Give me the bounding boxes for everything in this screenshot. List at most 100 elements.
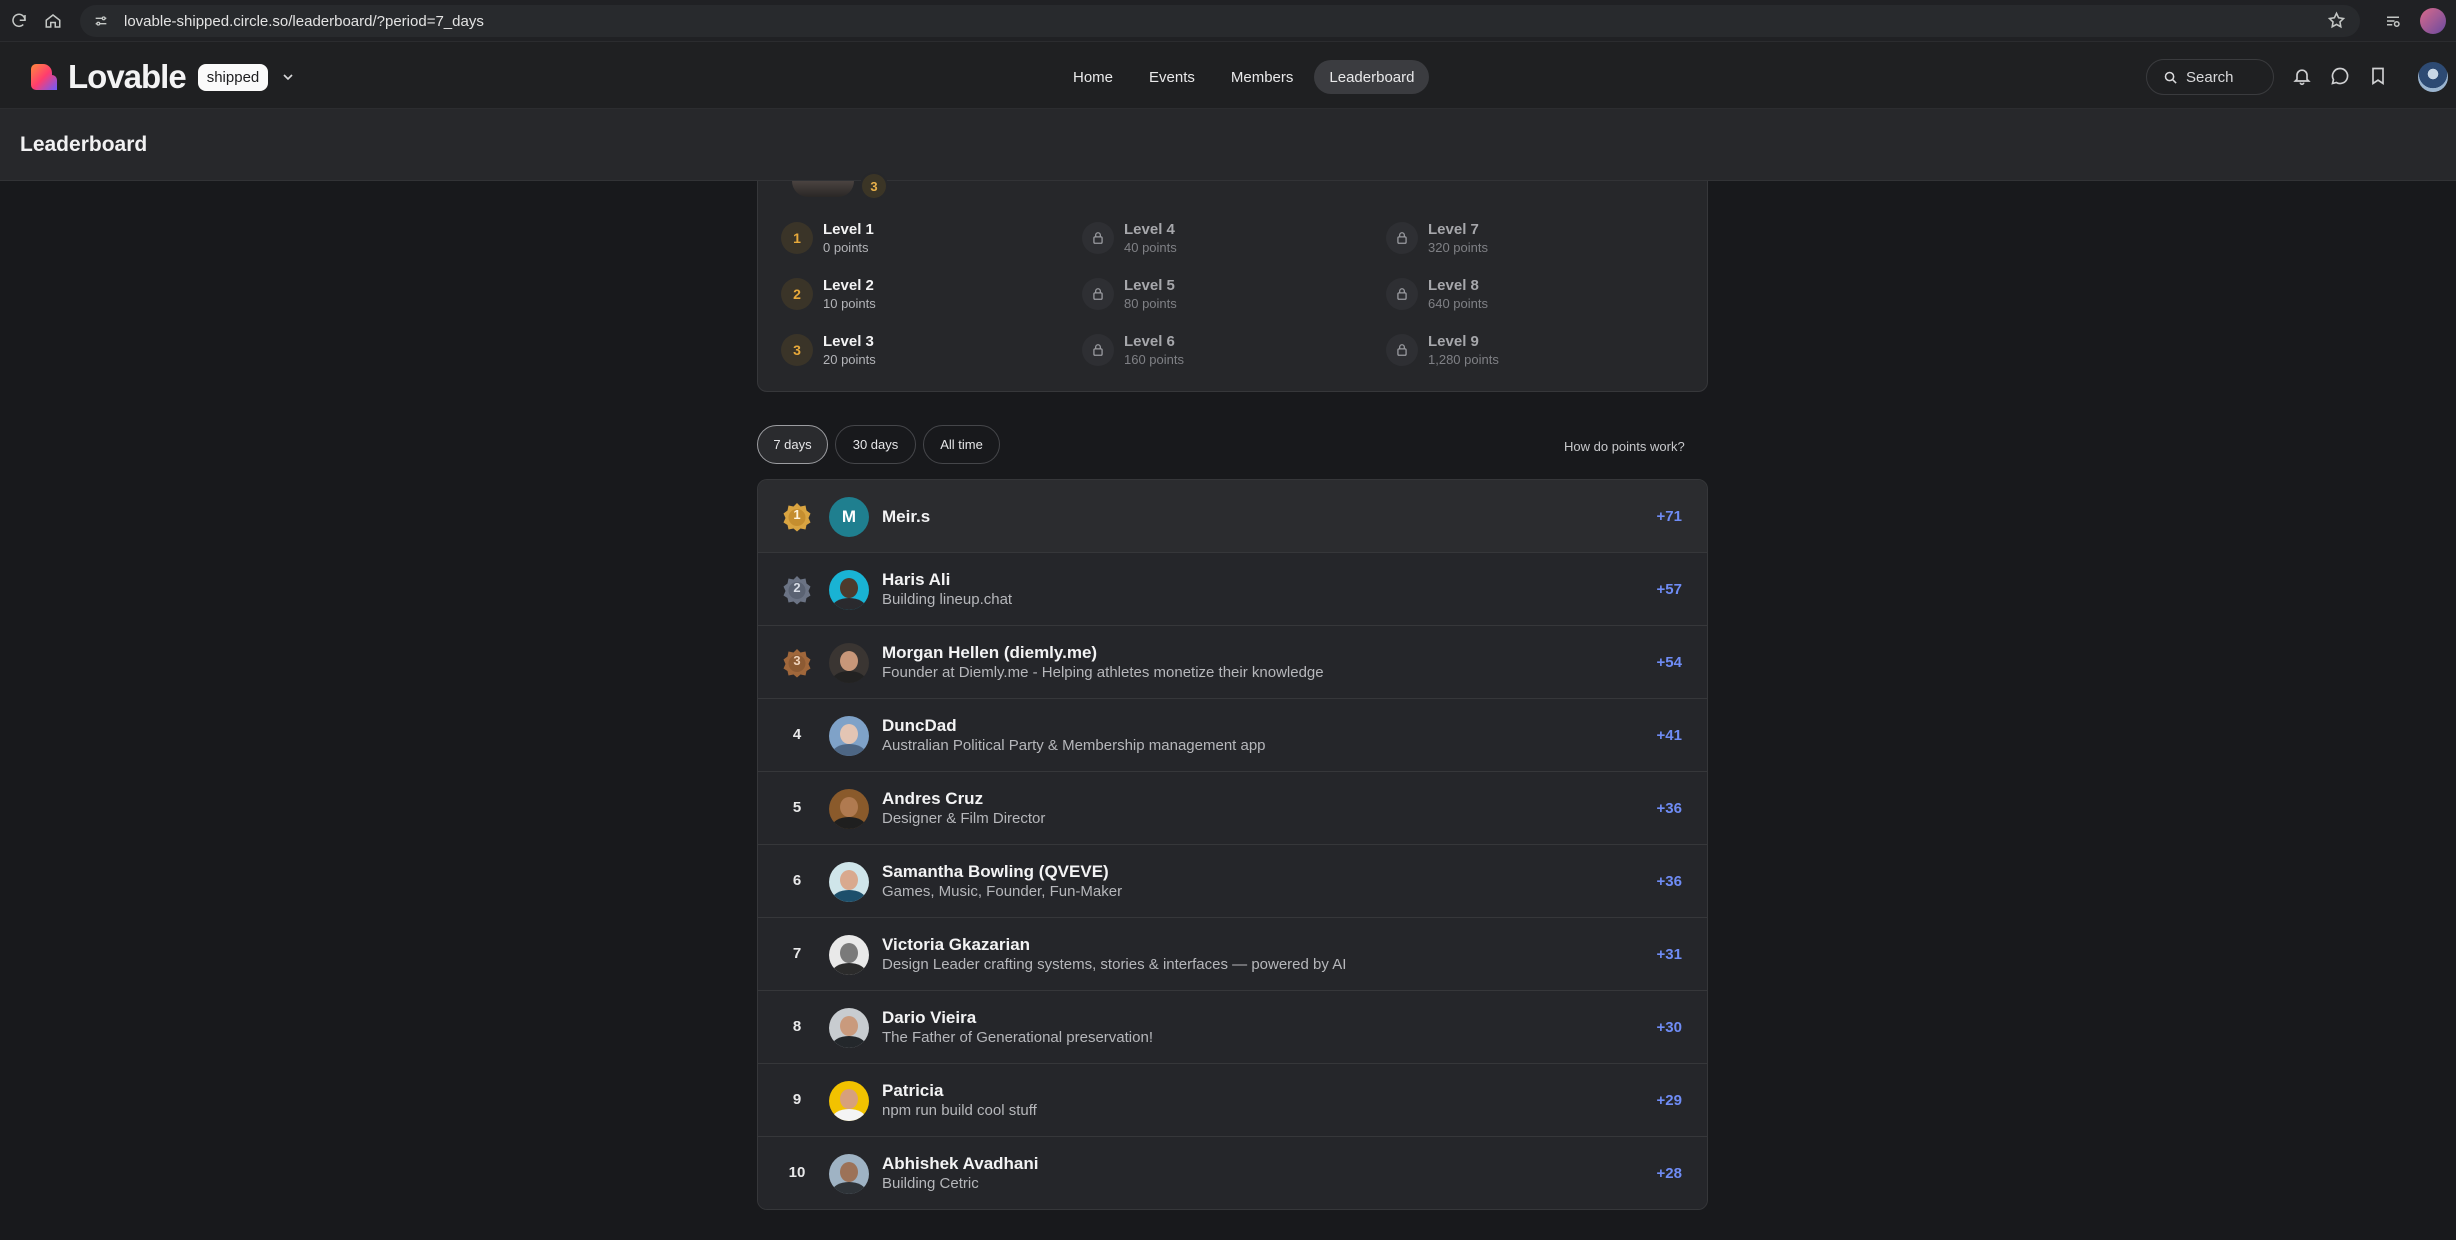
page-title-bar: Leaderboard	[0, 109, 2456, 181]
lock-icon	[1082, 278, 1114, 310]
level-item: 1 Level 1 0 points	[781, 221, 874, 255]
bookmark-icon[interactable]	[2368, 66, 2388, 86]
avatar[interactable]	[829, 643, 869, 683]
member-bio: Australian Political Party & Membership …	[882, 737, 1266, 754]
points-score: +28	[1656, 1165, 1682, 1182]
points-score: +54	[1656, 654, 1682, 671]
member-name[interactable]: DuncDad	[882, 716, 957, 736]
leaderboard-row[interactable]: 7 Victoria Gkazarian Design Leader craft…	[758, 918, 1707, 991]
level-points: 1,280 points	[1428, 352, 1499, 367]
shipped-badge: shipped	[197, 63, 269, 91]
page-title: Leaderboard	[20, 133, 148, 156]
level-item: Level 4 40 points	[1082, 221, 1177, 255]
current-user-level-avatar	[792, 181, 854, 197]
how-points-work-link[interactable]: How do points work?	[1564, 439, 1685, 454]
site-header: Lovable shipped Home Events Members Lead…	[0, 42, 2456, 109]
chevron-down-icon[interactable]	[280, 69, 296, 85]
tab-search-icon[interactable]	[2376, 4, 2410, 38]
member-name[interactable]: Dario Vieira	[882, 1008, 976, 1028]
lock-icon	[1386, 222, 1418, 254]
member-bio: Founder at Diemly.me - Helping athletes …	[882, 664, 1324, 681]
current-level-badge: 3	[860, 172, 888, 200]
level-name: Level 4	[1124, 221, 1175, 238]
leaderboard-row[interactable]: 1 M Meir.s +71	[758, 480, 1707, 553]
rank-number: 8	[792, 1018, 802, 1035]
member-name[interactable]: Samantha Bowling (QVEVE)	[882, 862, 1109, 882]
lock-icon	[1386, 278, 1418, 310]
rank-number: 7	[792, 945, 802, 962]
level-item: Level 9 1,280 points	[1386, 333, 1499, 367]
nav-events[interactable]: Events	[1134, 60, 1210, 94]
avatar[interactable]: M	[829, 497, 869, 537]
member-bio: Designer & Film Director	[882, 810, 1046, 827]
avatar[interactable]	[829, 1081, 869, 1121]
leaderboard-row[interactable]: 3 Morgan Hellen (diemly.me) Founder at D…	[758, 626, 1707, 699]
brand-name: Lovable	[68, 58, 187, 95]
level-name: Level 9	[1428, 333, 1479, 350]
avatar[interactable]	[829, 1154, 869, 1194]
avatar[interactable]	[829, 862, 869, 902]
leaderboard-row[interactable]: 9 Patricia npm run build cool stuff +29	[758, 1064, 1707, 1137]
points-score: +30	[1656, 1019, 1682, 1036]
user-avatar[interactable]	[2418, 62, 2448, 92]
chat-bubble-icon[interactable]	[2330, 66, 2350, 86]
level-points: 40 points	[1124, 240, 1177, 255]
points-score: +71	[1656, 508, 1682, 525]
search-label: Search	[2186, 68, 2234, 86]
avatar[interactable]	[829, 716, 869, 756]
filter-7-days[interactable]: 7 days	[757, 425, 828, 464]
level-item: 2 Level 2 10 points	[781, 277, 876, 311]
browser-profile-avatar[interactable]	[2420, 8, 2446, 34]
filter-30-days[interactable]: 30 days	[835, 425, 916, 464]
leaderboard-row[interactable]: 8 Dario Vieira The Father of Generationa…	[758, 991, 1707, 1064]
rank-number: 1	[793, 507, 801, 522]
leaderboard-row[interactable]: 6 Samantha Bowling (QVEVE) Games, Music,…	[758, 845, 1707, 918]
rank-number: 10	[788, 1164, 806, 1181]
level-points: 160 points	[1124, 352, 1184, 367]
avatar[interactable]	[829, 789, 869, 829]
member-name[interactable]: Andres Cruz	[882, 789, 983, 809]
leaderboard-row[interactable]: 4 DuncDad Australian Political Party & M…	[758, 699, 1707, 772]
level-badge: 3	[781, 334, 813, 366]
bell-icon[interactable]	[2292, 66, 2312, 86]
member-name[interactable]: Victoria Gkazarian	[882, 935, 1030, 955]
leaderboard-row[interactable]: 2 Haris Ali Building lineup.chat +57	[758, 553, 1707, 626]
level-name: Level 3	[823, 333, 874, 350]
home-icon[interactable]	[36, 4, 70, 38]
nav-members[interactable]: Members	[1216, 60, 1309, 94]
search-button[interactable]: Search	[2146, 59, 2274, 95]
member-name[interactable]: Patricia	[882, 1081, 943, 1101]
leaderboard-row[interactable]: 10 Abhishek Avadhani Building Cetric +28	[758, 1137, 1707, 1209]
top-nav: Home Events Members Leaderboard	[1058, 60, 1430, 94]
level-name: Level 7	[1428, 221, 1479, 238]
leaderboard-row[interactable]: 5 Andres Cruz Designer & Film Director +…	[758, 772, 1707, 845]
level-points: 80 points	[1124, 296, 1177, 311]
lock-icon	[1386, 334, 1418, 366]
brand[interactable]: Lovable shipped	[28, 58, 296, 96]
level-name: Level 5	[1124, 277, 1175, 294]
points-score: +57	[1656, 581, 1682, 598]
nav-home[interactable]: Home	[1058, 60, 1128, 94]
member-name[interactable]: Abhishek Avadhani	[882, 1154, 1039, 1174]
member-name[interactable]: Haris Ali	[882, 570, 950, 590]
level-points: 640 points	[1428, 296, 1488, 311]
avatar[interactable]	[829, 570, 869, 610]
avatar[interactable]	[829, 1008, 869, 1048]
search-icon	[2164, 71, 2177, 84]
member-name[interactable]: Morgan Hellen (diemly.me)	[882, 643, 1097, 663]
level-points: 20 points	[823, 352, 876, 367]
reload-icon[interactable]	[2, 4, 36, 38]
member-bio: Building lineup.chat	[882, 591, 1013, 608]
lock-icon	[1082, 222, 1114, 254]
address-bar[interactable]: lovable-shipped.circle.so/leaderboard/?p…	[80, 5, 2360, 37]
avatar[interactable]	[829, 935, 869, 975]
filter-all-time[interactable]: All time	[923, 425, 1000, 464]
site-settings-icon[interactable]	[86, 6, 116, 36]
level-item: Level 7 320 points	[1386, 221, 1488, 255]
browser-toolbar: lovable-shipped.circle.so/leaderboard/?p…	[0, 0, 2456, 42]
bookmark-star-icon[interactable]	[2327, 11, 2346, 35]
rank-number: 4	[792, 726, 802, 743]
nav-leaderboard[interactable]: Leaderboard	[1314, 60, 1430, 94]
member-name[interactable]: Meir.s	[882, 507, 930, 527]
levels-card	[757, 150, 1708, 392]
